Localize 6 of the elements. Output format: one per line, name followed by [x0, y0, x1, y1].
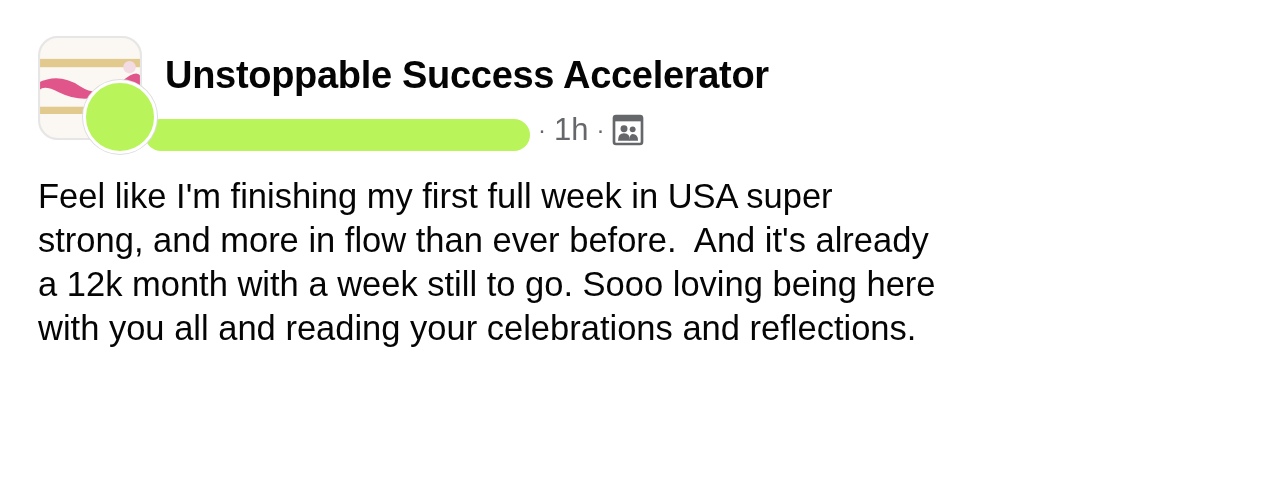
separator-dot: · — [596, 116, 605, 144]
post-text: Feel like I'm finishing my first full week in USA super strong, and more in flow than ever before. And it's already a 12k month with a week still to go. Sooo loving being here with you all and reading your celebrations and reflections. — [38, 176, 937, 349]
separator-dot: · — [538, 116, 546, 144]
group-name[interactable]: Unstoppable Success Accelerator — [165, 54, 769, 97]
group-members-icon — [612, 114, 645, 146]
post-time[interactable]: 1h — [554, 112, 589, 148]
